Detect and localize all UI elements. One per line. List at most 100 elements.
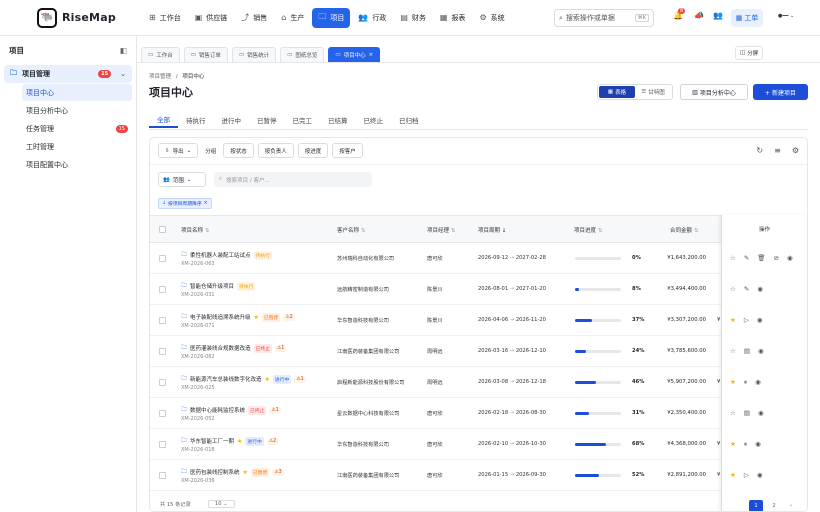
new-project-button[interactable]: + 新建项目: [753, 84, 808, 100]
star-icon[interactable]: ★: [730, 378, 736, 387]
close-icon[interactable]: ×: [369, 52, 374, 58]
project-search-input[interactable]: ⌕ 搜索项目 / 客户...: [214, 172, 372, 187]
gantt-view-button[interactable]: ☰ 甘特图: [635, 86, 671, 98]
star-outline-icon[interactable]: ☆: [730, 347, 736, 355]
tab-2[interactable]: ▭ 销售统计: [231, 46, 277, 62]
row-checkbox[interactable]: [159, 379, 166, 386]
table-row[interactable]: 🗀 柔性机器人装配工站试点 待执行 XM-2026-063 苏州瑞科自动化有限公司 唐可欣…: [150, 243, 807, 274]
col-progress[interactable]: 项目进度 ⇅: [574, 226, 602, 234]
page-1-button[interactable]: 1: [749, 500, 763, 511]
settings-icon[interactable]: ⚙: [792, 146, 799, 155]
nav-item-4[interactable]: 🗀 项目: [312, 7, 351, 28]
nav-item-0[interactable]: ⊞ 工作台: [143, 8, 187, 28]
density-icon[interactable]: ≡: [774, 146, 781, 155]
star-outline-icon[interactable]: ☆: [730, 254, 736, 262]
status-tab-1[interactable]: 待执行: [178, 112, 214, 128]
nav-item-5[interactable]: 👥 行政: [352, 8, 392, 28]
nav-item-6[interactable]: ▤ 财务: [394, 8, 432, 28]
star-icon[interactable]: ★: [730, 316, 736, 324]
tab-3[interactable]: ▭ 图纸总览: [280, 46, 325, 62]
tab-0[interactable]: ▭ 工作台: [141, 46, 180, 62]
select-all-checkbox[interactable]: [159, 226, 166, 233]
row-checkbox[interactable]: [159, 255, 166, 262]
project-name[interactable]: 智能仓储升级项目: [190, 282, 234, 290]
app-logo[interactable]: 🐃 RiseMap: [37, 7, 143, 28]
table-row[interactable]: 🗀 电子装配线追溯系统升级 ★ 已暂停 ⚠2 XM-2026-071 华东智造科技有限公司陈…: [150, 305, 807, 336]
view-icon[interactable]: ◉: [755, 378, 761, 387]
project-name[interactable]: 华东智能工厂一期: [190, 437, 234, 445]
table-row[interactable]: 🗀 智能仓储升级项目 待执行 XM-2026-031 远航精密制造有限公司 陈景川 2026…: [150, 274, 807, 305]
view-icon[interactable]: ◉: [757, 285, 763, 293]
breadcrumb-parent[interactable]: 项目管理: [149, 74, 171, 80]
project-name[interactable]: 柔性机器人装配工站试点: [190, 251, 251, 259]
star-icon[interactable]: ★: [730, 471, 736, 479]
sidebar-item-2[interactable]: 任务管理 15: [22, 120, 132, 137]
close-icon[interactable]: ×: [204, 201, 208, 206]
resume-icon[interactable]: ▷: [744, 471, 749, 479]
star-outline-icon[interactable]: ☆: [730, 285, 736, 293]
status-tab-0[interactable]: 全部: [149, 112, 178, 128]
view-icon[interactable]: ◉: [755, 440, 761, 449]
project-name[interactable]: 电子装配线追溯系统升级: [190, 313, 251, 321]
project-name[interactable]: 医药灌装线合规数据改造: [190, 344, 251, 352]
sort-chip[interactable]: ↓ 按项目周期降序 ×: [158, 198, 212, 209]
status-tab-4[interactable]: 已完工: [285, 112, 321, 128]
status-tab-5[interactable]: 已结算: [320, 112, 356, 128]
sidebar-group-project-management[interactable]: 🗀 项目管理 15 ⌄: [4, 65, 132, 83]
row-checkbox[interactable]: [159, 348, 166, 355]
star-icon[interactable]: ★: [730, 440, 736, 449]
col-amount[interactable]: 合同金额 ⇅: [670, 226, 698, 234]
status-tab-2[interactable]: 进行中: [214, 112, 250, 128]
row-checkbox[interactable]: [159, 317, 166, 324]
row-checkbox[interactable]: [159, 472, 166, 479]
announce-icon[interactable]: 📣: [694, 11, 704, 20]
group-by-owner-button[interactable]: 按负责人: [257, 143, 294, 158]
table-row[interactable]: 🗀 数据中心能耗监控系统 已终止 ⚠1 XM-2026-052 星云数据中心科技有限公司唐…: [150, 398, 807, 429]
archive-icon[interactable]: ▤: [744, 347, 750, 355]
sidebar-item-3[interactable]: 工时管理: [22, 138, 132, 155]
archive-icon[interactable]: ▤: [744, 409, 750, 417]
page-size-select[interactable]: 10 ⌄: [208, 500, 235, 508]
view-icon[interactable]: ◉: [757, 316, 763, 324]
user-menu[interactable]: ●━━ ⌄: [778, 13, 794, 19]
collapse-sidebar-icon[interactable]: ◧: [120, 46, 127, 55]
status-tab-6[interactable]: 已终止: [356, 112, 392, 128]
split-screen-button[interactable]: ◫ 分屏: [735, 46, 764, 60]
sidebar-item-4[interactable]: 项目配置中心: [22, 156, 132, 173]
global-search[interactable]: ⌕ 搜索操作或单据 ⌘K: [554, 9, 654, 27]
group-by-customer-button[interactable]: 按客户: [332, 143, 363, 158]
edit-icon[interactable]: ✎: [744, 285, 749, 293]
project-analysis-button[interactable]: ▥ 项目分析中心: [680, 84, 748, 100]
view-icon[interactable]: ◉: [758, 347, 764, 355]
col-name[interactable]: 项目名称 ⇅: [181, 226, 209, 234]
refresh-icon[interactable]: ↻: [756, 146, 763, 155]
edit-icon[interactable]: ✎: [744, 254, 749, 262]
project-name[interactable]: 数据中心能耗监控系统: [190, 406, 245, 414]
col-period[interactable]: 项目周期 ↓: [478, 226, 506, 234]
project-name[interactable]: 医药包装线控制系统: [190, 468, 240, 476]
table-view-button[interactable]: ▦ 表格: [599, 86, 635, 98]
row-checkbox[interactable]: [159, 441, 166, 448]
status-tab-3[interactable]: 已暂停: [249, 112, 285, 128]
table-row[interactable]: 🗀 新能源汽车总装线数字化改造 ★ 进行中 ⚠1 XM-2026-025 启程新能源科技股份…: [150, 367, 807, 398]
status-tab-7[interactable]: 已归档: [391, 112, 427, 128]
team-icon[interactable]: 👥: [713, 11, 723, 20]
col-customer[interactable]: 客户名称 ⇅: [337, 226, 365, 234]
view-icon[interactable]: ◉: [757, 471, 763, 479]
row-checkbox[interactable]: [159, 286, 166, 293]
notification-icon[interactable]: 🔔 8: [673, 8, 686, 20]
resume-icon[interactable]: ▷: [744, 316, 749, 324]
nav-item-8[interactable]: ⚙ 系统: [473, 8, 510, 28]
disable-icon[interactable]: ⊘: [774, 254, 779, 262]
group-by-progress-button[interactable]: 按进度: [297, 143, 329, 158]
view-icon[interactable]: ◉: [787, 254, 793, 262]
page-2-button[interactable]: 2: [767, 500, 781, 511]
project-name[interactable]: 新能源汽车总装线数字化改造: [190, 375, 262, 383]
nav-item-2[interactable]: ⤴ 销售: [235, 8, 273, 28]
nav-item-1[interactable]: ▣ 供应链: [189, 8, 234, 28]
pause-icon[interactable]: ⏸: [744, 378, 747, 387]
row-checkbox[interactable]: [159, 410, 166, 417]
scope-filter[interactable]: 👥 范围 ⌄: [158, 172, 206, 187]
work-order-button[interactable]: ▦ 工单: [731, 9, 763, 27]
view-icon[interactable]: ◉: [758, 409, 764, 417]
